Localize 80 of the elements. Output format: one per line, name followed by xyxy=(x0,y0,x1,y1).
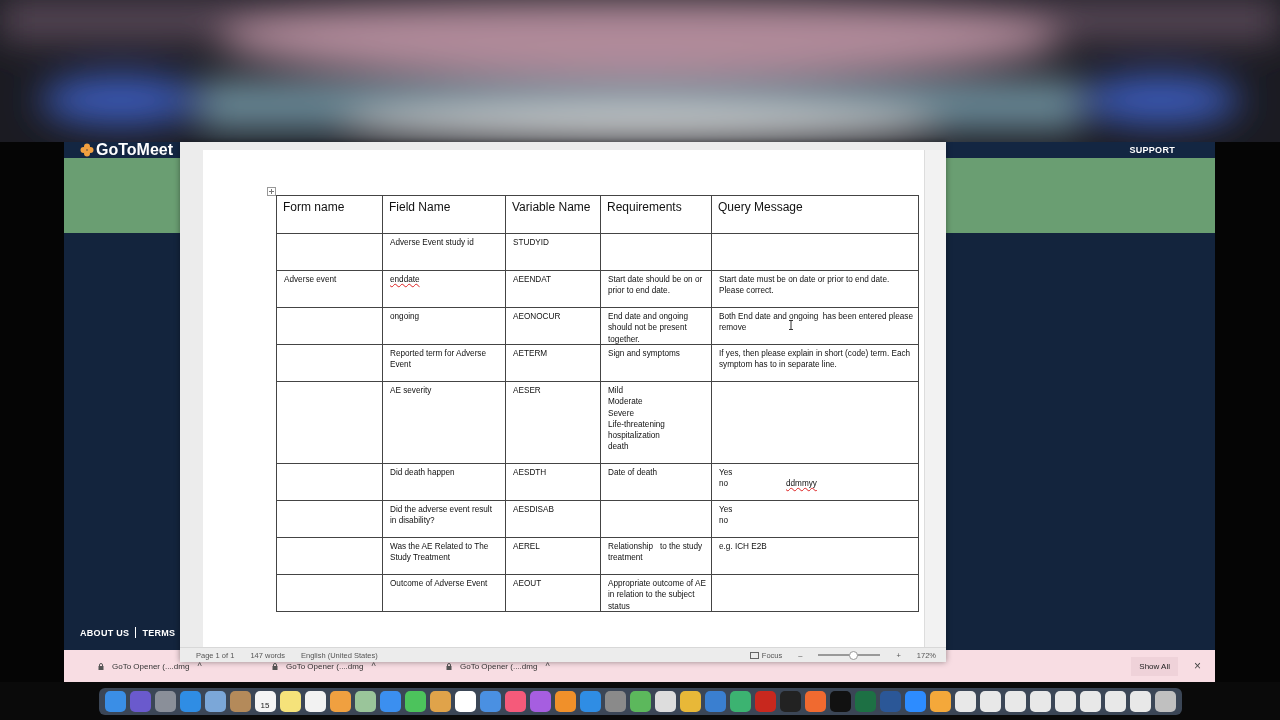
app-icon[interactable] xyxy=(1029,690,1051,712)
table-cell: AESER xyxy=(506,382,601,464)
table-cell: AESDTH xyxy=(506,464,601,501)
app-icon[interactable] xyxy=(679,690,701,712)
table-cell: Yes no xyxy=(712,501,919,538)
download-item[interactable]: GoTo Opener (....dmg xyxy=(286,661,364,671)
column-header: Field Name xyxy=(383,196,506,234)
app-icon[interactable] xyxy=(404,690,426,712)
table-cell: Did the adverse event result in disability? xyxy=(383,501,506,538)
table-cell: AEOUT xyxy=(506,575,601,612)
table-cell: AEREL xyxy=(506,538,601,575)
logo[interactable]: GoToMeet xyxy=(80,142,174,158)
app-icon[interactable] xyxy=(1079,690,1101,712)
table-cell: AESDISAB xyxy=(506,501,601,538)
table-cell: AEONOCUR xyxy=(506,308,601,345)
table-cell: Both End date and ongoing has been entered please remove xyxy=(712,308,919,345)
table-cell: Adverse event xyxy=(277,271,383,308)
table-cell: Relationship to the study treatment xyxy=(601,538,712,575)
move-handle-icon[interactable] xyxy=(267,187,276,196)
download-item[interactable]: GoTo Opener (....dmg xyxy=(112,661,190,671)
footer-link[interactable]: ABOUT US xyxy=(80,628,130,638)
focus-icon xyxy=(749,651,759,659)
download-menu-button[interactable]: ^ xyxy=(371,661,376,671)
app-icon[interactable] xyxy=(279,690,301,712)
table-cell: End date and ongoing should not be present together. xyxy=(601,308,712,345)
table-cell: Was the AE Related to The Study Treatment xyxy=(383,538,506,575)
table-cell: AETERM xyxy=(506,345,601,382)
app-icon[interactable] xyxy=(929,690,951,712)
app-icon[interactable] xyxy=(329,690,351,712)
column-header: Variable Name xyxy=(506,196,601,234)
download-menu-button[interactable]: ^ xyxy=(197,661,202,671)
close-button[interactable]: × xyxy=(1188,658,1207,674)
app-icon[interactable] xyxy=(554,690,576,712)
table-cell: Mild Moderate Severe Life-threatening hospitalization death xyxy=(601,382,712,464)
table-cell: STUDYID xyxy=(506,234,601,271)
date-format-text: ddmmyy xyxy=(786,478,817,490)
lock-icon xyxy=(446,662,452,670)
app-icon[interactable] xyxy=(954,690,976,712)
table-cell: Start date must be on date or prior to end date. Please correct. xyxy=(712,271,919,308)
download-item[interactable]: GoTo Opener (....dmg xyxy=(460,661,538,671)
app-icon[interactable] xyxy=(454,690,476,712)
lock-icon xyxy=(272,662,278,670)
table-cell: e.g. ICH E2B xyxy=(712,538,919,575)
table-cell: Did death happen xyxy=(383,464,506,501)
app-icon[interactable] xyxy=(304,690,326,712)
nav-link[interactable]: SUPPORT xyxy=(1129,145,1175,155)
app-icon[interactable] xyxy=(429,690,451,712)
app-icon[interactable] xyxy=(354,690,376,712)
app-icon[interactable] xyxy=(654,690,676,712)
table-cell: enddate xyxy=(383,271,506,308)
table-cell: AEENDAT xyxy=(506,271,601,308)
app-icon[interactable] xyxy=(1104,690,1126,712)
table-cell: Outcome of Adverse Event xyxy=(383,575,506,612)
app-icon[interactable] xyxy=(629,690,651,712)
app-icon[interactable] xyxy=(1129,690,1151,712)
table-cell: Appropriate outcome of AE in relation to the subject status xyxy=(601,575,712,612)
app-icon[interactable] xyxy=(1004,690,1026,712)
table-cell: Start date should be on or prior to end date. xyxy=(601,271,712,308)
footer-link[interactable]: TERMS xyxy=(142,628,176,638)
download-menu-button[interactable]: ^ xyxy=(545,661,550,671)
table-cell: Yes no ddmmyy xyxy=(712,464,919,501)
scrollbar[interactable] xyxy=(924,150,946,647)
lock-icon xyxy=(98,662,104,670)
show-all-button[interactable]: Show All xyxy=(1131,656,1178,676)
table-cell: Date of death xyxy=(601,464,712,501)
column-header: Requirements xyxy=(601,196,712,234)
column-header: Query Message xyxy=(712,196,919,234)
column-header: Form name xyxy=(277,196,383,234)
app-icon[interactable]: 15 xyxy=(254,690,276,712)
table-cell: AE severity xyxy=(383,382,506,464)
table-cell: Reported term for Adverse Event xyxy=(383,345,506,382)
table-cell: Sign and symptoms xyxy=(601,345,712,382)
app-icon[interactable] xyxy=(1054,690,1076,712)
table-cell: If yes, then please explain in short (code) term. Each symptom has to in separate line. xyxy=(712,345,919,382)
table-cell: Adverse Event study id xyxy=(383,234,506,271)
table-cell: ongoing xyxy=(383,308,506,345)
app-icon[interactable] xyxy=(204,690,226,712)
app-icon[interactable] xyxy=(1154,690,1176,712)
app-icon[interactable] xyxy=(979,690,1001,712)
flower-icon xyxy=(80,143,94,157)
